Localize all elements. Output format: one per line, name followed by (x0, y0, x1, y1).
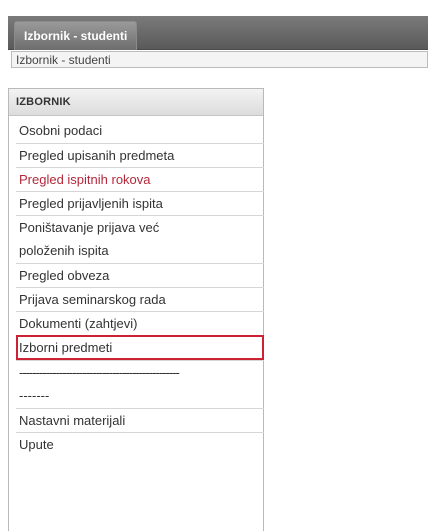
sidebar-menu: IZBORNIK Osobni podaci Pregled upisanih … (8, 88, 264, 531)
menu-item-upute[interactable]: Upute (16, 432, 264, 456)
menu-item-pregled-upisanih-predmeta[interactable]: Pregled upisanih predmeta (16, 143, 264, 167)
menu-item-osobni-podaci[interactable]: Osobni podaci (16, 119, 264, 143)
page: Izbornik - studenti Izbornik - studenti … (0, 0, 428, 531)
menu-item-ponistavanje-prijava-cont[interactable]: položenih ispita (16, 239, 264, 263)
breadcrumb: Izbornik - studenti (11, 51, 428, 68)
menu-items: Osobni podaci Pregled upisanih predmeta … (16, 119, 264, 456)
menu-item-pregled-ispitnih-rokova[interactable]: Pregled ispitnih rokova (16, 167, 264, 191)
menu-item-dokumenti-zahtjevi[interactable]: Dokumenti (zahtjevi) (16, 311, 264, 335)
menu-title: IZBORNIK (9, 89, 263, 116)
menu-item-nastavni-materijali[interactable]: Nastavni materijali (16, 408, 264, 432)
menu-separator-dashes-cont: ------- (19, 388, 50, 403)
tab-izbornik-studenti[interactable]: Izbornik - studenti (14, 21, 138, 50)
menu-item-izborni-predmeti[interactable]: Izborni predmeti (16, 335, 264, 360)
menu-separator-dashes: ----------------------------------------… (16, 360, 264, 384)
menu-item-ponistavanje-prijava[interactable]: Poništavanje prijava već (16, 215, 264, 239)
menu-item-pregled-obveza[interactable]: Pregled obveza (16, 263, 264, 287)
menu-item-pregled-prijavljenih-ispita[interactable]: Pregled prijavljenih ispita (16, 191, 264, 215)
top-navigation-bar: Izbornik - studenti (8, 16, 428, 50)
menu-item-prijava-seminarskog-rada[interactable]: Prijava seminarskog rada (16, 287, 264, 311)
